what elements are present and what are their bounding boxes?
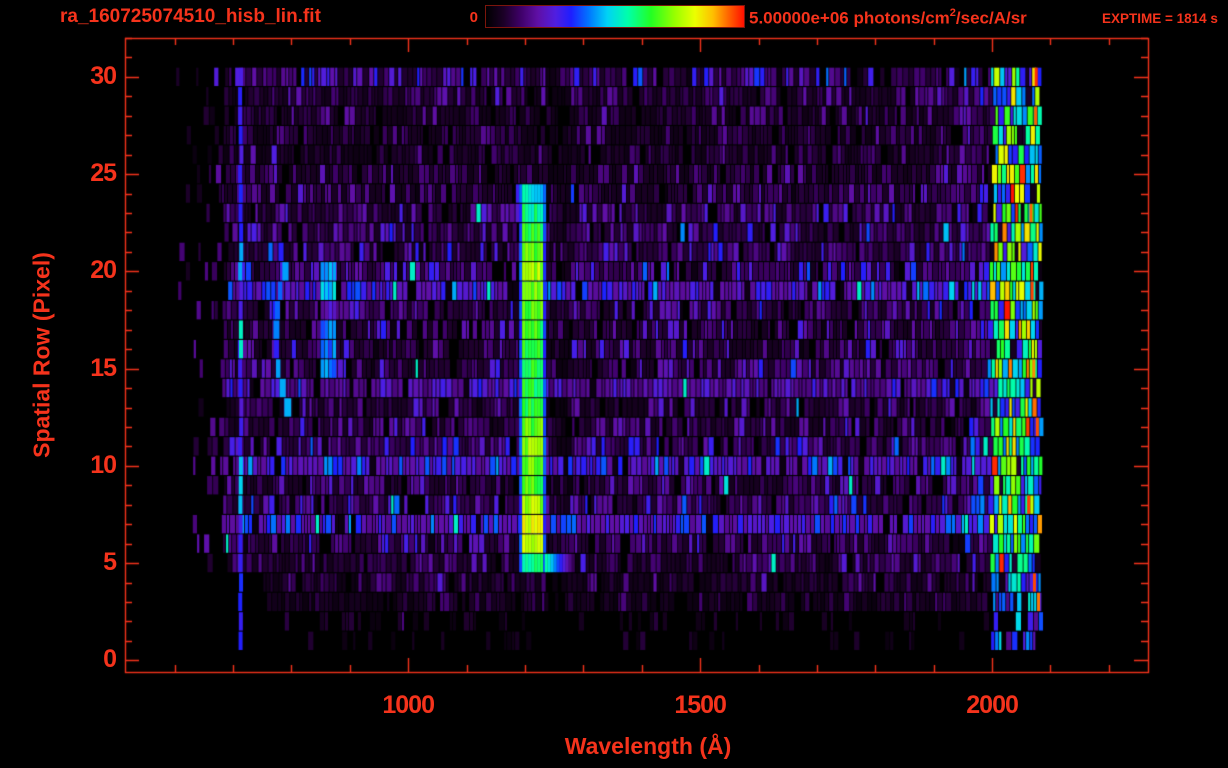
colorbar-max-prefix: 5.00000e+06 photons/cm (749, 8, 950, 28)
y-tick-label: 10 (90, 450, 117, 479)
colorbar-max-suffix: /sec/A/sr (955, 8, 1027, 28)
spectrogram-viewer-window: ra_160725074510_hisb_lin.fit 0 5.00000e+… (0, 0, 1228, 768)
file-title: ra_160725074510_hisb_lin.fit (60, 6, 321, 27)
x-tick-label: 1500 (674, 691, 727, 719)
exptime-label: EXPTIME = 1814 s (1102, 11, 1218, 26)
y-tick-label: 25 (90, 159, 117, 188)
x-tick-label: 2000 (966, 691, 1019, 719)
y-tick-label: 20 (90, 256, 117, 285)
x-axis-title: Wavelength (Å) (564, 733, 732, 759)
y-axis-title: Spatial Row (Pixel) (28, 252, 55, 458)
x-tick-label: 1000 (382, 691, 435, 719)
y-tick-label: 30 (90, 61, 117, 90)
colorbar-max-label: 5.00000e+06 photons/cm2/sec/A/sr (749, 7, 1027, 29)
y-tick-label: 15 (90, 353, 117, 382)
colorbar-max-superscript: 2 (949, 7, 956, 19)
colorbar-gradient (485, 5, 745, 28)
y-tick-label: 0 (103, 645, 117, 674)
colorbar-min-label: 0 (469, 9, 478, 26)
y-tick-label: 5 (103, 548, 117, 577)
spectrogram-heatmap-canvas (0, 0, 1228, 768)
